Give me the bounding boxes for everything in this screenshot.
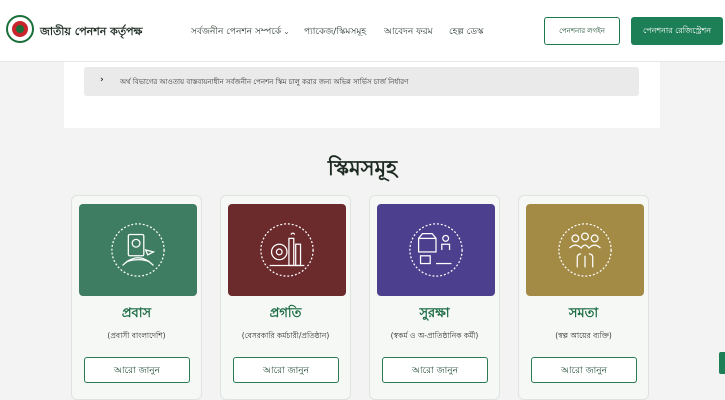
self-employed-workers-icon: [377, 204, 495, 296]
card-title: সমতা: [568, 306, 599, 321]
chevron-down-icon: ⌄: [283, 27, 290, 36]
learn-more-button[interactable]: আরো জানুন: [84, 357, 190, 383]
notice-text: অর্থ বিভাগের আওতায় বাস্তবায়নাধীন সর্বজ…: [120, 78, 409, 86]
learn-more-button[interactable]: আরো জানুন: [233, 357, 339, 383]
scheme-card-progoti[interactable]: প্রগতি (বেসরকারি কর্মচারী/প্রতিষ্ঠান) আর…: [220, 195, 351, 400]
nav-packages-label: প্যাকেজ/স্কিমসমূহ: [304, 27, 367, 37]
passport-globe-icon: [79, 204, 197, 296]
chevron-right-icon: ›: [100, 75, 104, 85]
community-hands-icon: [526, 204, 644, 296]
card-subtitle: (স্বকর্ম ও অ-প্রাতিষ্ঠানিক কর্মী): [390, 331, 479, 340]
pensioner-login-button[interactable]: পেনশনার লগইন: [544, 17, 620, 45]
scheme-card-somota[interactable]: সমতা (স্বল্প আয়ের ব্যক্তি) আরো জানুন: [518, 195, 649, 400]
card-subtitle: (স্বল্প আয়ের ব্যক্তি): [555, 331, 612, 340]
schemes-title: স্কিমসমূহ: [327, 156, 398, 180]
nav-help-desk[interactable]: হেল্প ডেস্ক: [449, 24, 483, 39]
scheme-card-probash[interactable]: প্রবাস (প্রবাসী বাংলাদেশি) আরো জানুন: [71, 195, 202, 400]
card-subtitle: (বেসরকারি কর্মচারী/প্রতিষ্ঠান): [241, 331, 330, 340]
scheme-card-surokkha[interactable]: সুরক্ষা (স্বকর্ম ও অ-প্রাতিষ্ঠানিক কর্মী…: [369, 195, 500, 400]
nav-about-pension-label: সর্বজনীন পেনশন সম্পর্কে: [191, 27, 282, 37]
card-title: প্রগতি: [269, 306, 302, 321]
nav-about-pension[interactable]: সর্বজনীন পেনশন সম্পর্কে ⌄: [191, 24, 290, 39]
card-title: প্রবাস: [121, 306, 152, 321]
nav-help-desk-label: হেল্প ডেস্ক: [449, 27, 484, 37]
notice-accordion-item[interactable]: › অর্থ বিভাগের আওতায় বাস্তবায়নাধীন সর্…: [84, 67, 639, 96]
industry-gear-icon: [228, 204, 346, 296]
card-subtitle: (প্রবাসী বাংলাদেশি): [107, 331, 166, 340]
nav-application-form-label: আবেদন ফরম: [384, 27, 433, 37]
side-feedback-tab[interactable]: [719, 352, 725, 374]
nav-packages[interactable]: প্যাকেজ/স্কিমসমূহ: [304, 24, 366, 39]
site-header: জাতীয় পেনশন কর্তৃপক্ষ সর্বজনীন পেনশন সম…: [0, 0, 725, 62]
nav-application-form[interactable]: আবেদন ফরম: [384, 24, 433, 39]
pensioner-registration-button[interactable]: পেনশনার রেজিস্ট্রেশন: [631, 17, 723, 45]
learn-more-button[interactable]: আরো জানুন: [531, 357, 637, 383]
government-seal-icon[interactable]: [6, 15, 34, 43]
card-title: সুরক্ষা: [419, 306, 450, 321]
learn-more-button[interactable]: আরো জানুন: [382, 357, 488, 383]
brand-name[interactable]: জাতীয় পেনশন কর্তৃপক্ষ: [40, 23, 142, 42]
